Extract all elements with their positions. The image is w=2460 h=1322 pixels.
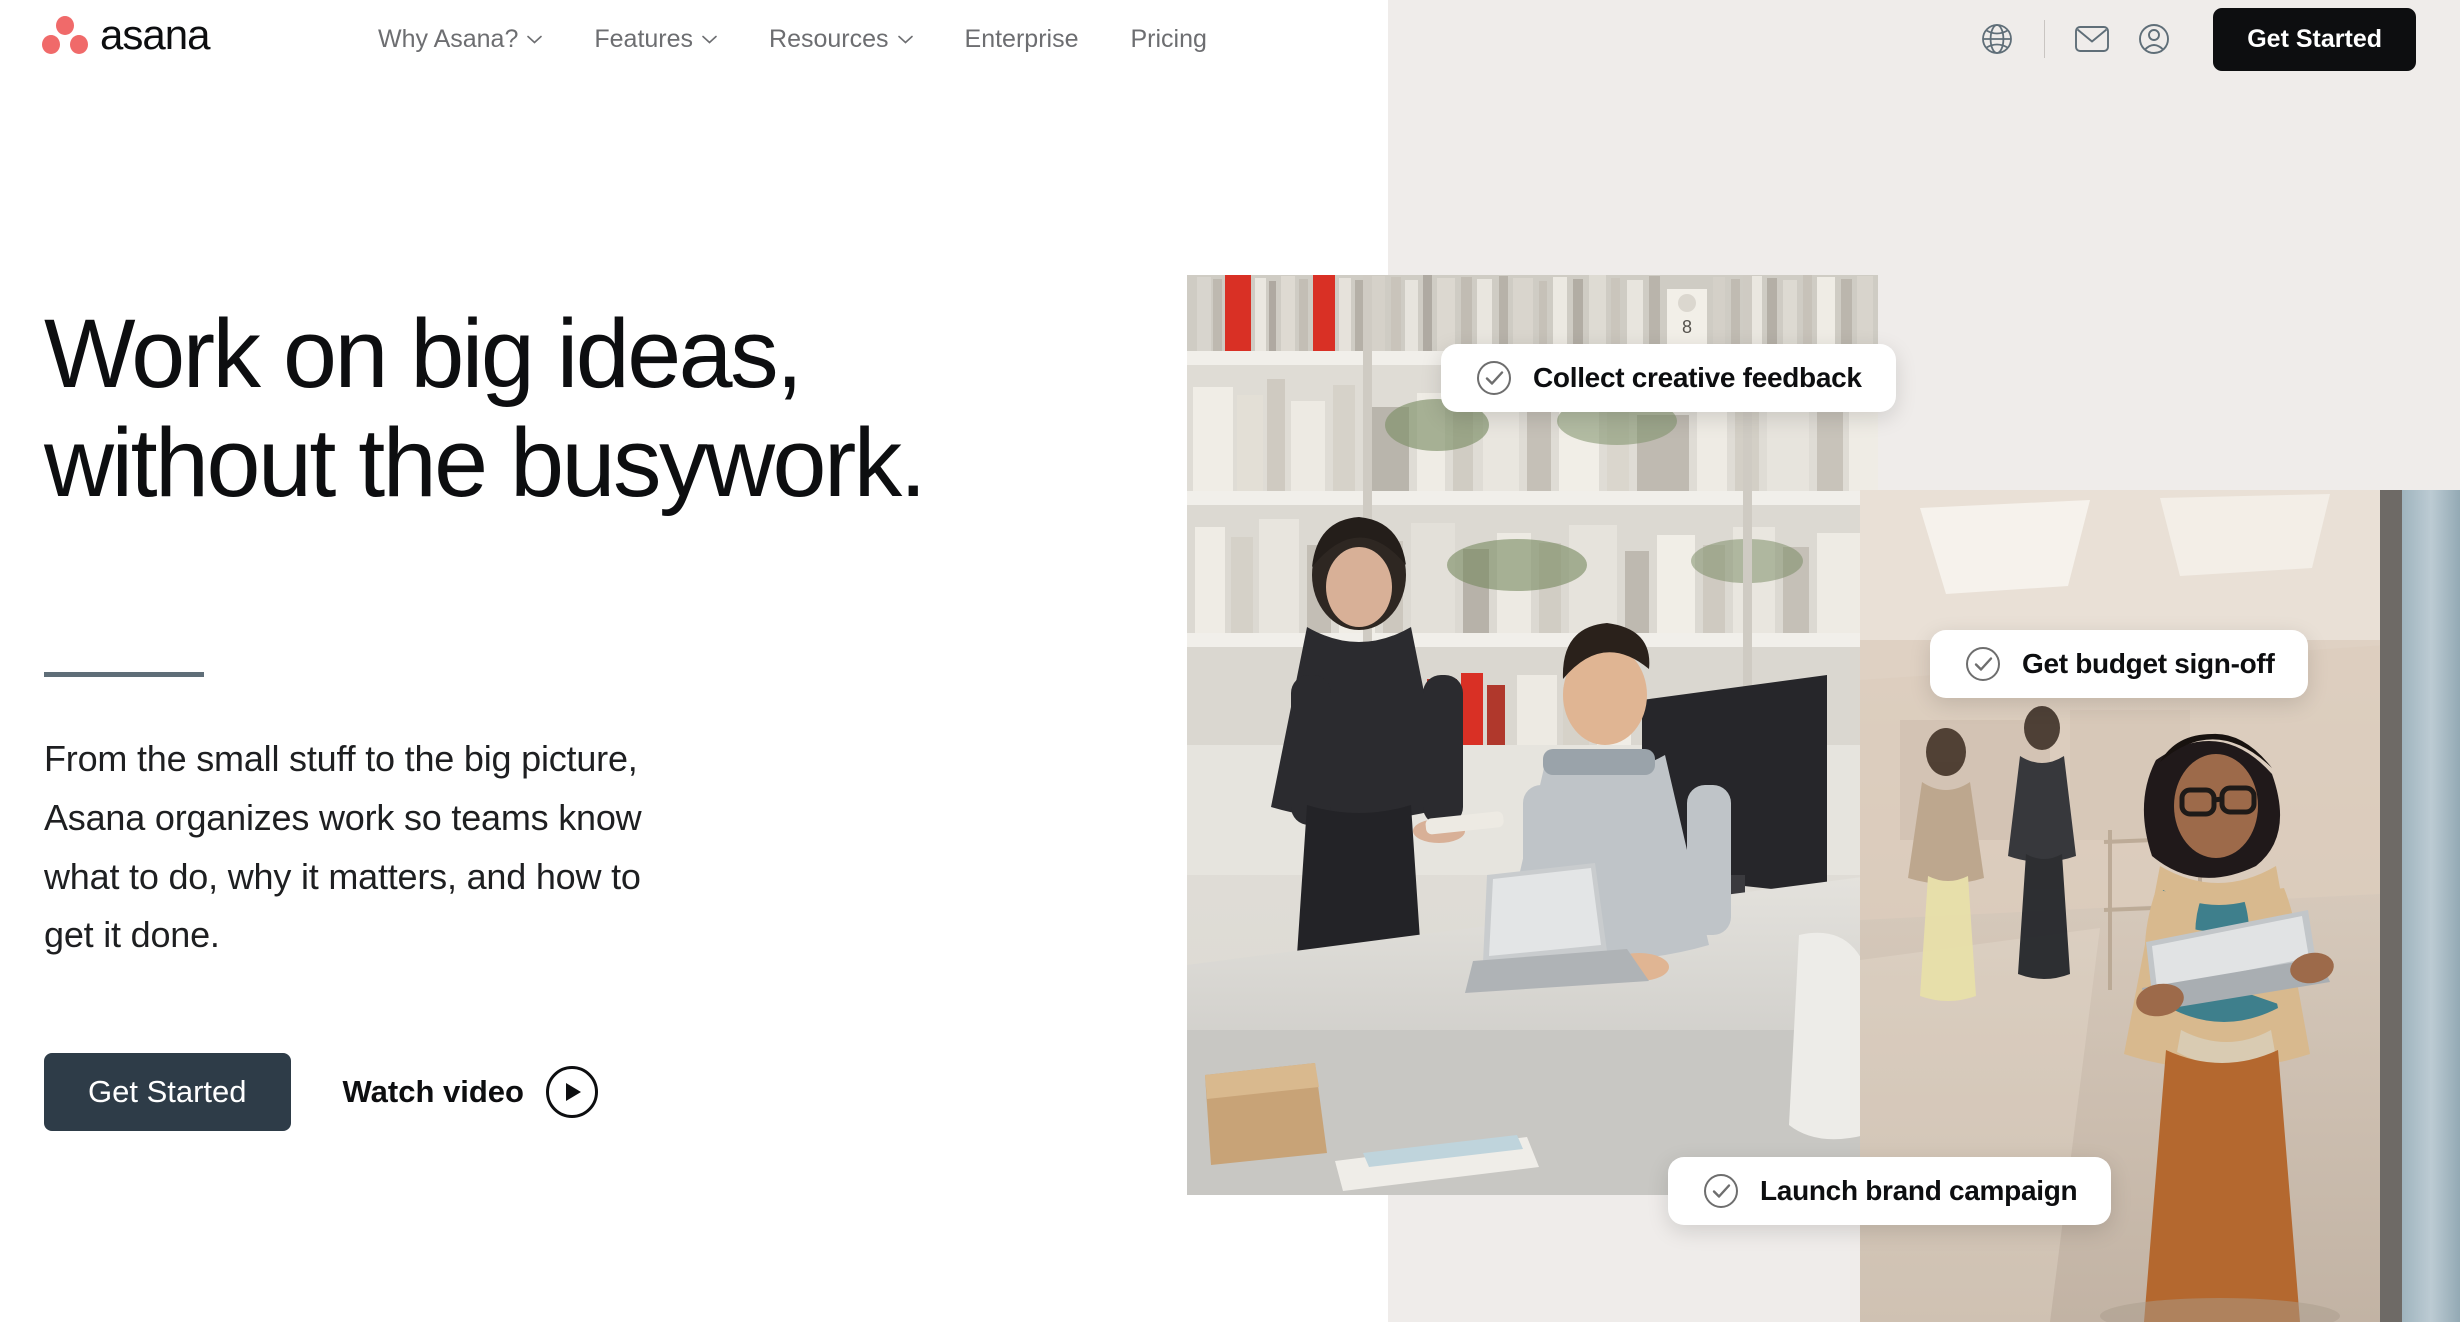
chevron-down-icon: [897, 35, 913, 44]
chip-label: Launch brand campaign: [1760, 1175, 2078, 1206]
check-circle-icon: [1964, 645, 2002, 683]
hero-get-started-button[interactable]: Get Started: [44, 1052, 291, 1131]
asana-logo-wordmark: asana: [100, 11, 210, 58]
chip-launch-brand-campaign[interactable]: Launch brand campaign: [1668, 1157, 2112, 1225]
nav-item-label: Why Asana?: [378, 24, 519, 53]
watch-video-label: Watch video: [342, 1073, 524, 1109]
asana-logo[interactable]: asana: [42, 11, 210, 58]
svg-text:8: 8: [1682, 317, 1692, 337]
nav-item-label: Features: [594, 24, 694, 53]
nav-item-pricing[interactable]: Pricing: [1104, 0, 1232, 78]
asana-landing-page: 8 Collect creative feedback Get budget s…: [0, 0, 2460, 1322]
site-header: asana Why Asana? Features Resources Ente…: [0, 0, 2460, 78]
watch-video-button[interactable]: Watch video: [342, 1065, 598, 1118]
chip-collect-creative-feedback[interactable]: Collect creative feedback: [1441, 344, 1896, 412]
chip-label: Get budget sign-off: [2022, 648, 2275, 679]
nav-item-why-asana[interactable]: Why Asana?: [352, 0, 568, 78]
globe-icon[interactable]: [1966, 8, 2028, 70]
page-title: Work on big ideas, without the busywork.: [44, 299, 927, 517]
chip-get-budget-sign-off[interactable]: Get budget sign-off: [1930, 630, 2309, 698]
hero-cta-row: Get Started Watch video: [44, 1052, 1164, 1131]
check-circle-icon: [1475, 359, 1513, 397]
header-actions: Get Started: [1966, 0, 2460, 78]
chip-label: Collect creative feedback: [1533, 362, 1862, 393]
header-divider: [2044, 20, 2046, 58]
hero-photo-left: 8: [1187, 275, 1878, 1195]
hero-subcopy: From the small stuff to the big picture,…: [44, 738, 642, 956]
header-get-started-button[interactable]: Get Started: [2213, 7, 2416, 71]
nav-item-resources[interactable]: Resources: [743, 0, 939, 78]
play-circle-icon: [545, 1065, 598, 1118]
mail-icon[interactable]: [2061, 8, 2123, 70]
nav-item-label: Enterprise: [964, 24, 1079, 53]
account-icon[interactable]: [2123, 8, 2185, 70]
nav-item-label: Pricing: [1130, 24, 1207, 53]
primary-navigation: Why Asana? Features Resources Enterprise: [352, 0, 1233, 78]
nav-item-label: Resources: [769, 24, 889, 53]
hero-content: Work on big ideas, without the busywork.…: [44, 299, 1164, 1131]
asana-logo-dots-icon: [42, 16, 88, 54]
nav-item-enterprise[interactable]: Enterprise: [939, 0, 1105, 78]
check-circle-icon: [1702, 1172, 1740, 1210]
nav-item-features[interactable]: Features: [568, 0, 743, 78]
hero-divider-rule: [44, 672, 204, 678]
chevron-down-icon: [702, 35, 717, 44]
chevron-down-icon: [527, 35, 543, 44]
